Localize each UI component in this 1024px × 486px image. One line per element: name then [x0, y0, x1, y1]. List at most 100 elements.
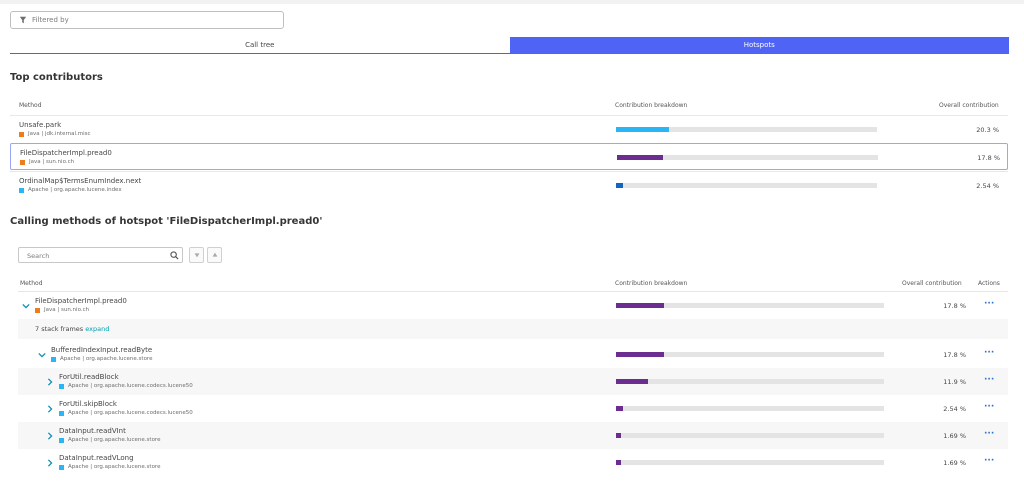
- more-actions-button[interactable]: ···: [984, 402, 994, 412]
- chevron-right-icon[interactable]: [46, 378, 54, 386]
- calling-method-row[interactable]: ForUtil.skipBlock Apache | org.apache.luc…: [18, 395, 1008, 422]
- method-package: Apache | org.apache.lucene.store: [68, 437, 161, 443]
- overall-contribution: 1.69 %: [943, 432, 966, 440]
- calling-method-row[interactable]: FileDispatcherImpl.pread0 Java | sun.nio.…: [18, 292, 1008, 319]
- contribution-bar: [616, 183, 877, 188]
- overall-contribution: 17.8 %: [943, 351, 966, 359]
- overall-contribution: 11.9 %: [943, 378, 966, 386]
- overall-contribution: 2.54 %: [976, 182, 999, 190]
- chevron-right-icon[interactable]: [46, 432, 54, 440]
- more-actions-button[interactable]: ···: [984, 299, 994, 309]
- tab-hotspots[interactable]: Hotspots: [509, 37, 1009, 54]
- method-package: Apache | org.apache.lucene.store: [68, 464, 161, 470]
- top-border: [0, 0, 1024, 4]
- calling-method-row[interactable]: ForUtil.readBlock Apache | org.apache.luc…: [18, 368, 1008, 395]
- method-name: ForUtil.readBlock: [59, 373, 119, 381]
- calling-header-breakdown: Contribution breakdown: [615, 280, 688, 287]
- stack-frames-text: 7 stack frames expand: [35, 325, 109, 333]
- contribution-bar: [617, 155, 878, 160]
- technology-color-icon: [59, 437, 64, 443]
- method-meta: Apache | org.apache.lucene.codecs.lucene…: [59, 383, 193, 389]
- method-package: Java | sun.nio.ch: [44, 307, 90, 313]
- contributor-row[interactable]: OrdinalMap$TermsEnumIndex.next Apache | o…: [10, 171, 1008, 198]
- technology-color-icon: [59, 464, 64, 470]
- method-meta: Apache | org.apache.lucene.codecs.lucene…: [59, 410, 193, 416]
- chevron-right-icon[interactable]: [46, 405, 54, 413]
- search-icon: [170, 251, 179, 260]
- contribution-bar-fill: [616, 460, 621, 465]
- contribution-bar-fill: [616, 127, 669, 132]
- method-meta: Java | jdk.internal.misc: [19, 131, 91, 137]
- chevron-down-icon[interactable]: [22, 302, 30, 310]
- calling-method-row[interactable]: BufferedIndexInput.readByte Apache | org.…: [18, 341, 1008, 368]
- method-name: ForUtil.skipBlock: [59, 400, 117, 408]
- contribution-bar-fill: [616, 183, 623, 188]
- contribution-bar: [616, 460, 884, 465]
- column-header-method: Method: [19, 102, 42, 109]
- method-name: DataInput.readVInt: [59, 427, 126, 435]
- contribution-bar-fill: [616, 406, 623, 411]
- overall-contribution: 2.54 %: [943, 405, 966, 413]
- more-actions-button[interactable]: ···: [984, 375, 994, 385]
- calling-header-actions: Actions: [978, 280, 1000, 287]
- expand-link[interactable]: expand: [85, 325, 109, 333]
- method-package: Java | sun.nio.ch: [29, 159, 75, 165]
- search-input[interactable]: Search: [18, 247, 183, 263]
- more-actions-button[interactable]: ···: [984, 456, 994, 466]
- calling-method-row[interactable]: DataInput.readVInt Apache | org.apache.lu…: [18, 422, 1008, 449]
- search-placeholder: Search: [27, 252, 50, 260]
- method-meta: Java | sun.nio.ch: [35, 307, 89, 313]
- contribution-bar: [616, 303, 884, 308]
- contribution-bar-fill: [617, 155, 663, 160]
- method-name: Unsafe.park: [19, 121, 62, 129]
- filter-bar[interactable]: Filtered by: [10, 11, 284, 29]
- overall-contribution: 17.8 %: [977, 154, 1000, 162]
- filter-placeholder: Filtered by: [32, 16, 69, 24]
- technology-color-icon: [20, 159, 25, 165]
- method-package: Apache | org.apache.lucene.store: [60, 356, 153, 362]
- overall-contribution: 1.69 %: [943, 459, 966, 467]
- contributor-row[interactable]: Unsafe.park Java | jdk.internal.misc 20.3 …: [10, 115, 1008, 142]
- tab-call-tree[interactable]: Call tree: [10, 37, 510, 54]
- sort-descending-button[interactable]: [189, 247, 204, 263]
- method-meta: Apache | org.apache.lucene.store: [59, 464, 160, 470]
- calling-methods-title: Calling methods of hotspot 'FileDispatch…: [10, 216, 323, 227]
- contribution-bar-fill: [616, 433, 621, 438]
- chevron-right-icon[interactable]: [46, 459, 54, 467]
- contribution-bar: [616, 433, 884, 438]
- more-actions-button[interactable]: ···: [984, 429, 994, 439]
- more-actions-button[interactable]: ···: [984, 348, 994, 358]
- technology-color-icon: [51, 356, 56, 362]
- calling-method-row[interactable]: DataInput.readVLong Apache | org.apache.l…: [18, 449, 1008, 476]
- contribution-bar-fill: [616, 379, 648, 384]
- technology-color-icon: [59, 410, 64, 416]
- stack-frames-count: 7 stack frames: [35, 325, 84, 333]
- method-package: Java | jdk.internal.misc: [28, 131, 91, 137]
- contribution-bar: [616, 127, 877, 132]
- arrow-up-icon: [212, 252, 217, 257]
- method-name: FileDispatcherImpl.pread0: [20, 149, 112, 157]
- method-meta: Apache | org.apache.lucene.index: [19, 187, 122, 193]
- method-name: DataInput.readVLong: [59, 454, 134, 462]
- overall-contribution: 17.8 %: [943, 302, 966, 310]
- column-header-overall: Overall contribution: [939, 102, 999, 109]
- method-package: Apache | org.apache.lucene.codecs.lucene…: [68, 410, 193, 416]
- method-name: FileDispatcherImpl.pread0: [35, 297, 127, 305]
- contribution-bar: [616, 406, 884, 411]
- contribution-bar: [616, 352, 884, 357]
- method-package: Apache | org.apache.lucene.codecs.lucene…: [68, 383, 193, 389]
- contribution-bar: [616, 379, 884, 384]
- method-meta: Apache | org.apache.lucene.store: [51, 356, 152, 362]
- method-name: BufferedIndexInput.readByte: [51, 346, 153, 354]
- sort-ascending-button[interactable]: [207, 247, 222, 263]
- contributor-row[interactable]: FileDispatcherImpl.pread0 Java | sun.nio.…: [10, 143, 1008, 170]
- contribution-bar-fill: [616, 352, 664, 357]
- arrow-down-icon: [194, 253, 199, 258]
- technology-color-icon: [19, 131, 24, 137]
- filter-icon: [19, 16, 27, 24]
- top-contributors-title: Top contributors: [10, 72, 103, 83]
- technology-color-icon: [19, 187, 24, 193]
- overall-contribution: 20.3 %: [976, 126, 999, 134]
- chevron-down-icon[interactable]: [38, 351, 46, 359]
- contribution-bar-fill: [616, 303, 664, 308]
